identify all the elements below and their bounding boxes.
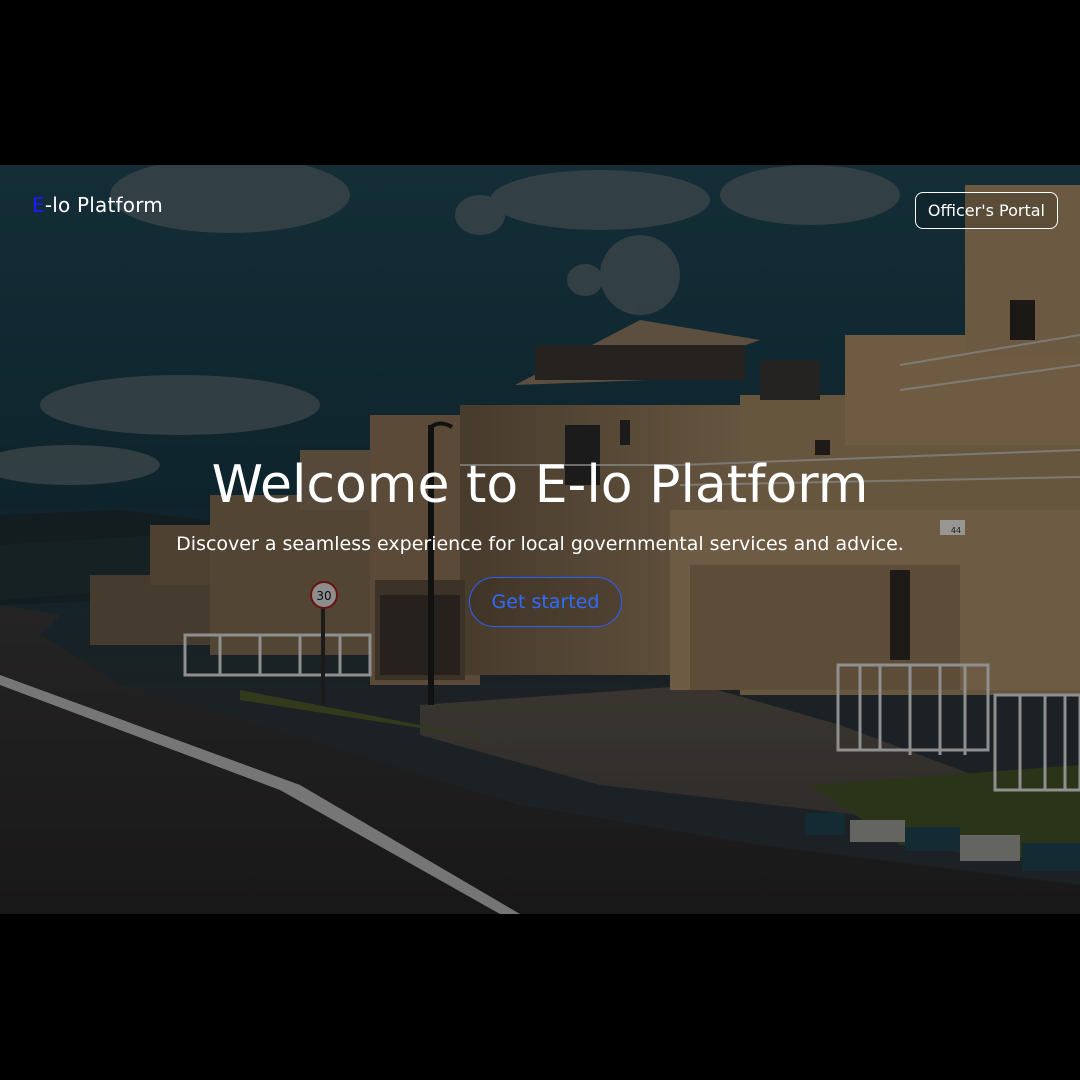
hero-subtitle: Discover a seamless experience for local… — [176, 533, 904, 555]
hero-title: Welcome to E-lo Platform — [211, 455, 869, 515]
get-started-button[interactable]: Get started — [469, 577, 622, 627]
hero-section: 30 44 E-lo Platform Officer's Portal Wel… — [0, 165, 1080, 914]
officer-portal-button[interactable]: Officer's Portal — [914, 192, 1058, 229]
brand-accent-letter: E — [32, 193, 45, 217]
brand-name: -lo Platform — [44, 193, 163, 217]
brand-logo[interactable]: E-lo Platform — [32, 193, 163, 217]
